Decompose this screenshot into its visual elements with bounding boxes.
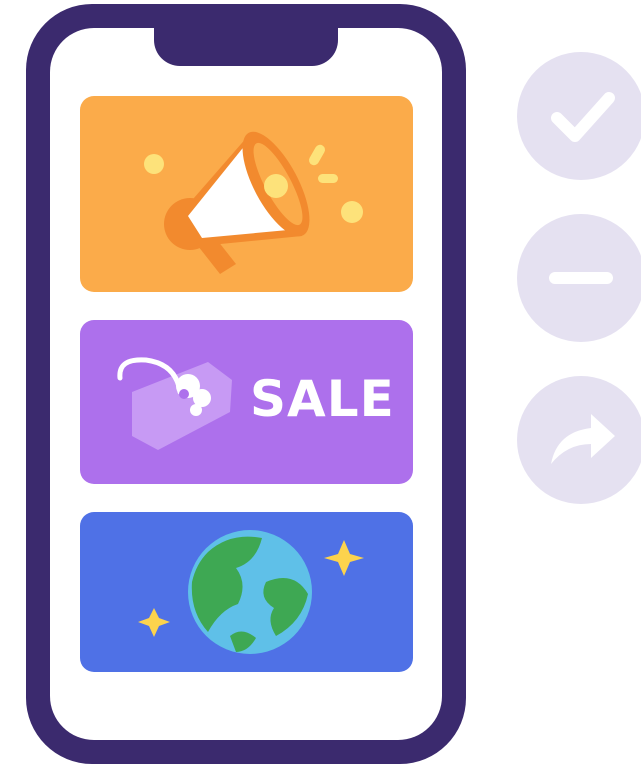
sale-card[interactable]: SALE <box>80 320 413 484</box>
sale-label: SALE <box>250 370 395 428</box>
sparkle-icon <box>138 608 170 637</box>
share-button[interactable] <box>517 376 641 504</box>
phone-frame: SALE <box>26 4 466 764</box>
globe-icon <box>138 530 364 654</box>
world-card[interactable] <box>80 512 413 672</box>
phone-notch <box>154 28 338 66</box>
dismiss-button[interactable] <box>517 214 641 342</box>
announcement-card[interactable] <box>80 96 413 292</box>
sparkle-icon <box>324 540 364 576</box>
approve-button[interactable] <box>517 52 641 180</box>
share-arrow-icon <box>551 414 615 464</box>
minus-icon <box>549 272 613 284</box>
phone-screen: SALE <box>50 28 442 740</box>
megaphone-icon <box>144 131 363 274</box>
checkmark-icon <box>551 92 615 142</box>
